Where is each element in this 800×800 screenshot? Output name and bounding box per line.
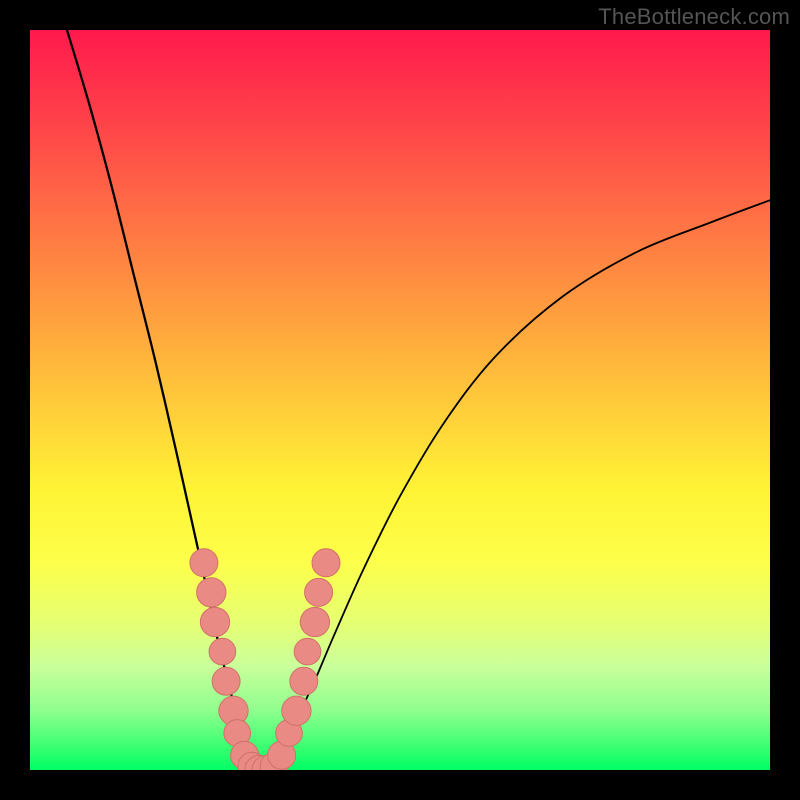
data-point (282, 696, 311, 725)
data-point (305, 578, 333, 606)
data-point (300, 607, 329, 636)
data-point (197, 578, 226, 607)
data-point (200, 607, 229, 636)
data-point (294, 638, 321, 665)
data-point (209, 638, 236, 665)
data-point (190, 549, 218, 577)
data-point (312, 549, 340, 577)
curve-right-curve (259, 200, 770, 770)
data-point (290, 667, 318, 695)
data-point (212, 667, 240, 695)
watermark-text: TheBottleneck.com (598, 4, 790, 30)
